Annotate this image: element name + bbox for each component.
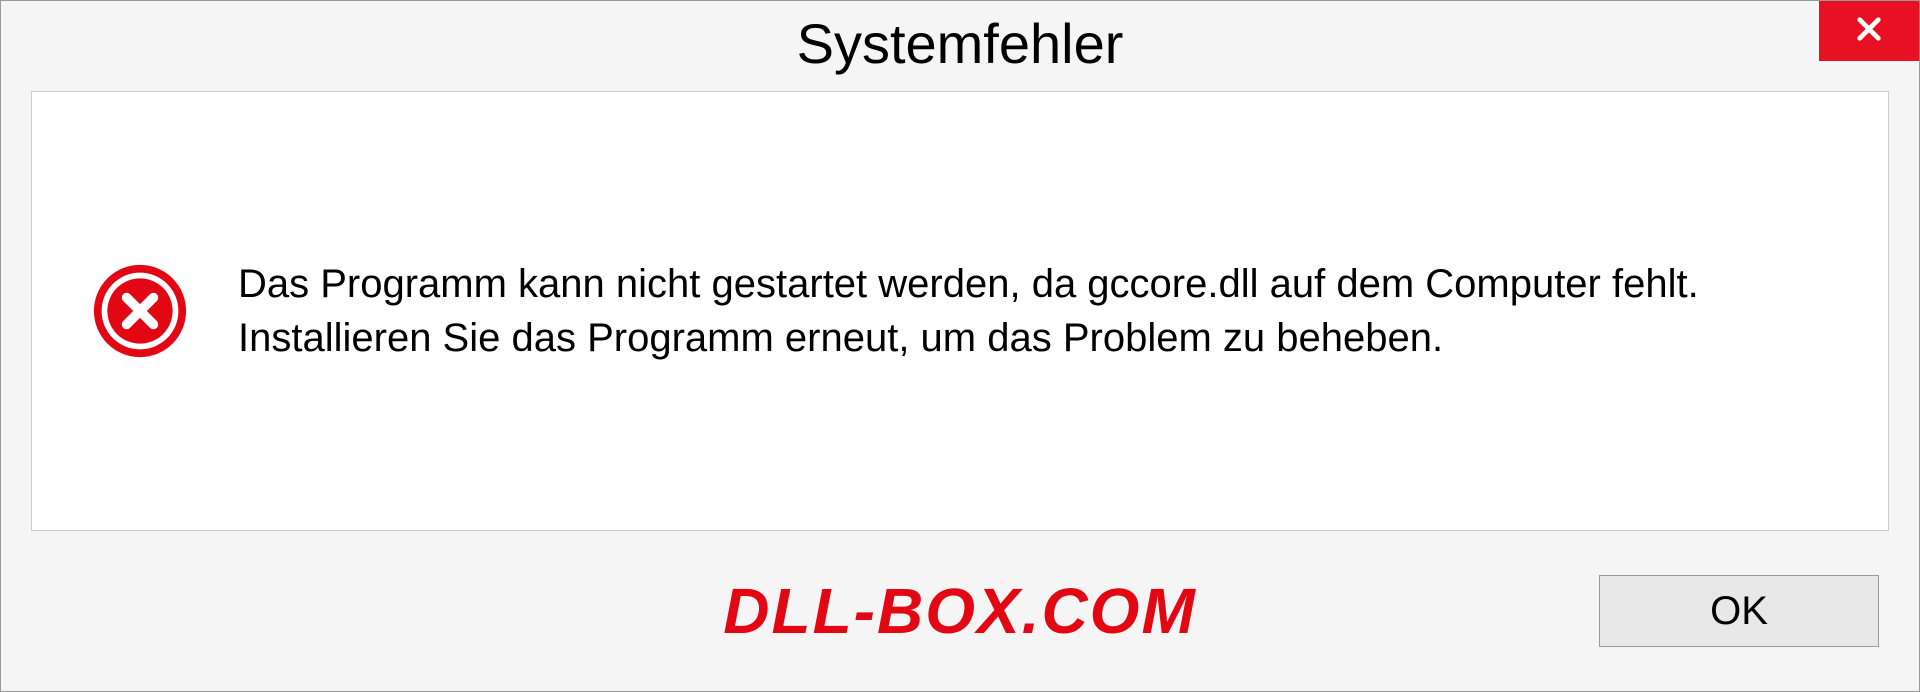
- close-icon: [1853, 13, 1885, 50]
- error-message: Das Programm kann nicht gestartet werden…: [238, 257, 1828, 365]
- dialog-title: Systemfehler: [797, 11, 1124, 76]
- titlebar: Systemfehler: [1, 1, 1919, 81]
- ok-button[interactable]: OK: [1599, 575, 1879, 647]
- watermark-text: DLL-BOX.COM: [723, 574, 1197, 648]
- dialog-footer: DLL-BOX.COM OK: [1, 551, 1919, 691]
- error-icon: [92, 263, 188, 359]
- error-dialog: Systemfehler Das Programm kann nicht ges…: [0, 0, 1920, 692]
- ok-button-label: OK: [1710, 589, 1768, 634]
- content-area: Das Programm kann nicht gestartet werden…: [31, 91, 1889, 531]
- close-button[interactable]: [1819, 1, 1919, 61]
